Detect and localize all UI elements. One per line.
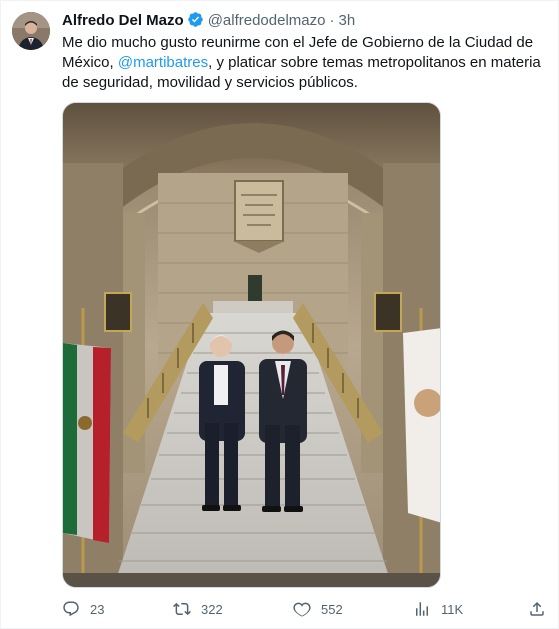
tweet-header: Alfredo Del Mazo @alfredodelmazo · 3h xyxy=(62,11,355,31)
share-icon xyxy=(530,601,544,616)
views-icon xyxy=(416,602,428,616)
separator-dot: · xyxy=(329,12,335,29)
retweet-count: 322 xyxy=(201,601,223,617)
reply-icon xyxy=(63,601,79,617)
tweet-photo[interactable] xyxy=(62,102,441,588)
views-button[interactable]: 11K xyxy=(413,596,463,622)
avatar[interactable] xyxy=(12,12,50,50)
views-count: 11K xyxy=(441,601,464,617)
verified-badge-icon xyxy=(187,12,203,27)
timestamp[interactable]: 3h xyxy=(338,12,355,29)
like-icon xyxy=(293,602,311,617)
share-button[interactable] xyxy=(528,596,546,622)
retweet-icon xyxy=(173,602,191,616)
like-count: 552 xyxy=(321,601,343,617)
reply-button[interactable]: 23 xyxy=(62,596,104,622)
retweet-button[interactable]: 322 xyxy=(173,596,223,622)
user-handle[interactable]: @alfredodelmazo xyxy=(208,12,326,29)
mention-link[interactable]: @martibatres xyxy=(118,54,208,71)
tweet-actions: 23 322 552 11K xyxy=(0,596,559,622)
tweet-text: Me dio mucho gusto reunirme con el Jefe … xyxy=(62,33,548,93)
display-name[interactable]: Alfredo Del Mazo xyxy=(62,12,184,29)
like-button[interactable]: 552 xyxy=(293,596,343,622)
reply-count: 23 xyxy=(90,601,105,617)
